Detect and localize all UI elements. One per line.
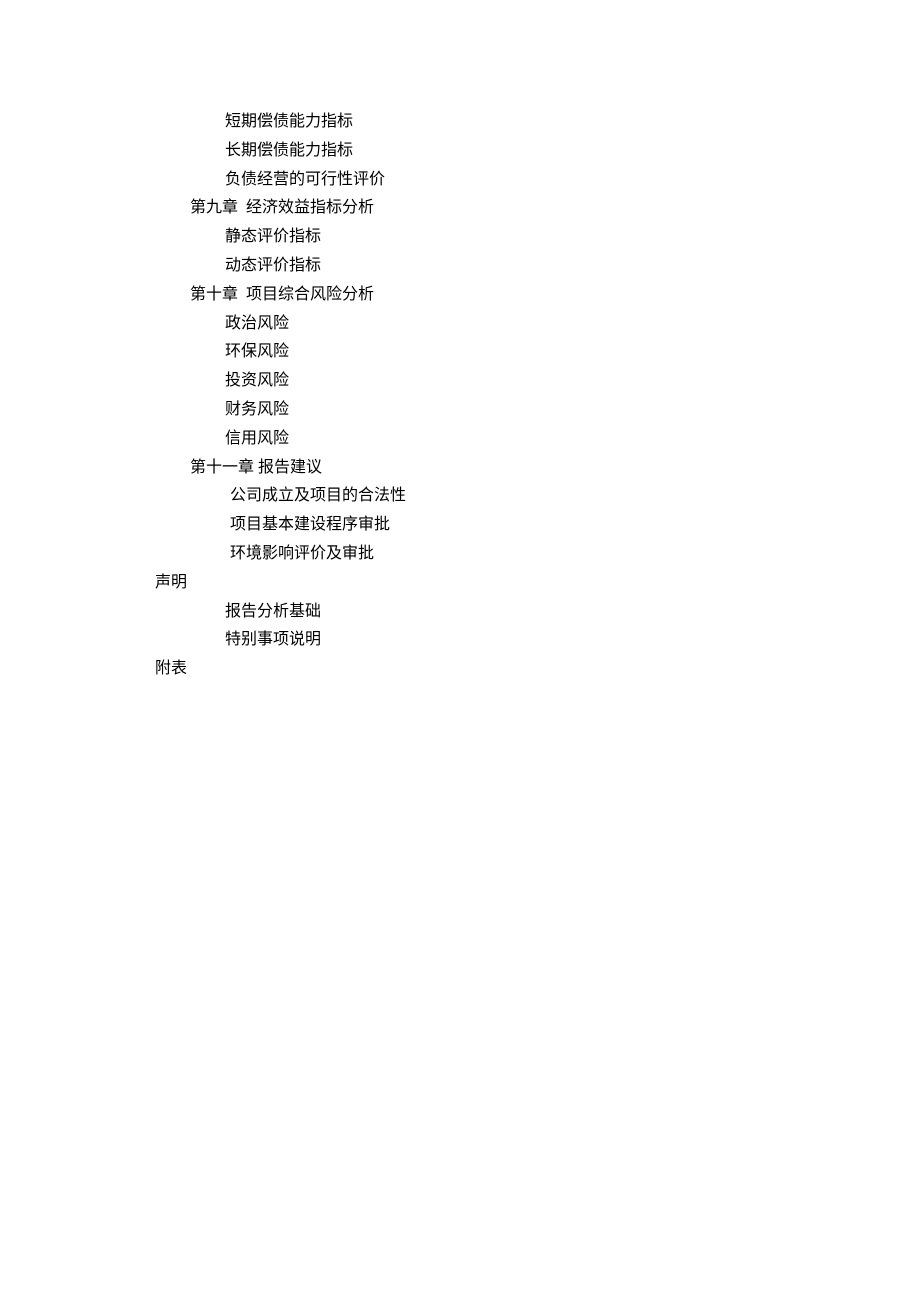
toc-item: 财务风险 bbox=[225, 396, 920, 425]
toc-item: 信用风险 bbox=[225, 425, 920, 454]
toc-item: 投资风险 bbox=[225, 367, 920, 396]
toc-item: 报告分析基础 bbox=[225, 598, 920, 627]
toc-item: 环境影响评价及审批 bbox=[230, 540, 920, 569]
document-content: 短期偿债能力指标 长期偿债能力指标 负债经营的可行性评价 第九章 经济效益指标分… bbox=[155, 108, 920, 684]
toc-chapter: 第十一章 报告建议 bbox=[190, 454, 920, 483]
toc-item: 动态评价指标 bbox=[225, 252, 920, 281]
toc-item: 公司成立及项目的合法性 bbox=[230, 482, 920, 511]
toc-item: 特别事项说明 bbox=[225, 626, 920, 655]
toc-item: 短期偿债能力指标 bbox=[225, 108, 920, 137]
toc-chapter: 第九章 经济效益指标分析 bbox=[190, 194, 920, 223]
toc-section: 附表 bbox=[155, 655, 920, 684]
toc-item: 负债经营的可行性评价 bbox=[225, 166, 920, 195]
toc-item: 长期偿债能力指标 bbox=[225, 137, 920, 166]
toc-chapter: 第十章 项目综合风险分析 bbox=[190, 281, 920, 310]
toc-item: 政治风险 bbox=[225, 310, 920, 339]
toc-item: 项目基本建设程序审批 bbox=[230, 511, 920, 540]
toc-section: 声明 bbox=[155, 569, 920, 598]
toc-item: 环保风险 bbox=[225, 338, 920, 367]
toc-item: 静态评价指标 bbox=[225, 223, 920, 252]
